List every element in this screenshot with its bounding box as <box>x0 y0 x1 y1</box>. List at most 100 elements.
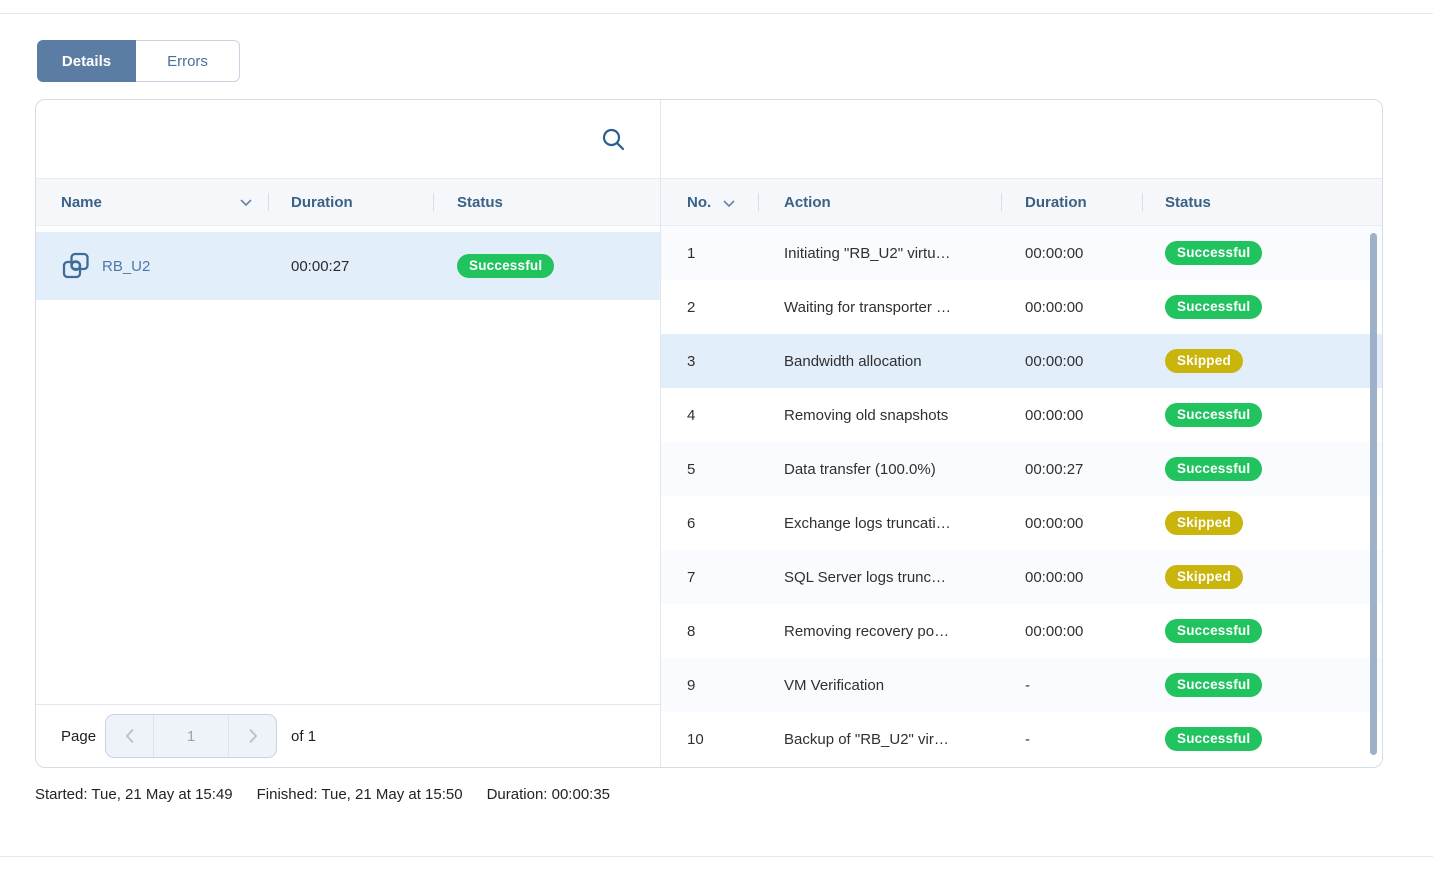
top-divider <box>0 13 1433 14</box>
table-row-action[interactable]: 5 Data transfer (100.0%) 00:00:27 Succes… <box>661 442 1382 496</box>
duration-label: Duration: 00:00:35 <box>487 786 610 803</box>
table-row-action[interactable]: 9 VM Verification - Successful <box>661 658 1382 712</box>
action-label: VM Verification <box>758 677 1001 694</box>
vm-list-panel: Name Duration Status <box>36 100 661 767</box>
action-no: 3 <box>661 353 758 370</box>
pagination-bar: Page 1 of 1 <box>36 704 660 767</box>
column-header-action-label: Action <box>784 194 831 211</box>
status-badge: Successful <box>1165 727 1262 752</box>
action-no: 7 <box>661 569 758 586</box>
table-row-action[interactable]: 1 Initiating "RB_U2" virtu… 00:00:00 Suc… <box>661 226 1382 280</box>
action-duration: 00:00:00 <box>1001 623 1142 640</box>
action-no: 4 <box>661 407 758 424</box>
scrollbar-thumb[interactable] <box>1370 233 1377 755</box>
column-header-duration[interactable]: Duration <box>268 179 433 225</box>
pager-control: 1 <box>105 714 277 758</box>
tab-details[interactable]: Details <box>37 40 136 82</box>
status-badge: Skipped <box>1165 565 1243 590</box>
status-badge: Successful <box>1165 295 1262 320</box>
action-status-cell: Successful <box>1142 403 1382 428</box>
column-header-status[interactable]: Status <box>1142 179 1382 225</box>
vm-duration-value: 00:00:27 <box>291 258 349 275</box>
actions-panel-header-spacer <box>661 100 1382 178</box>
table-row-action[interactable]: 8 Removing recovery po… 00:00:00 Success… <box>661 604 1382 658</box>
started-label: Started: Tue, 21 May at 15:49 <box>35 786 233 803</box>
job-details-screen: Details Errors Name <box>0 0 1433 877</box>
action-label: Exchange logs truncati… <box>758 515 1001 532</box>
column-header-status-label: Status <box>1165 194 1211 211</box>
status-badge: Successful <box>457 254 554 279</box>
status-badge: Successful <box>1165 673 1262 698</box>
action-status-cell: Successful <box>1142 295 1382 320</box>
table-row-action[interactable]: 3 Bandwidth allocation 00:00:00 Skipped <box>661 334 1382 388</box>
table-row-action[interactable]: 10 Backup of "RB_U2" vir… - Successful <box>661 712 1382 766</box>
search-icon[interactable] <box>596 122 630 156</box>
action-label: Backup of "RB_U2" vir… <box>758 731 1001 748</box>
table-row-action[interactable]: 2 Waiting for transporter … 00:00:00 Suc… <box>661 280 1382 334</box>
status-badge: Successful <box>1165 241 1262 266</box>
next-page-button[interactable] <box>229 715 276 757</box>
table-row-action[interactable]: 6 Exchange logs truncati… 00:00:00 Skipp… <box>661 496 1382 550</box>
action-status-cell: Successful <box>1142 241 1382 266</box>
page-label: Page <box>61 728 96 745</box>
page-of-label: of 1 <box>291 728 316 745</box>
column-header-status[interactable]: Status <box>433 179 660 225</box>
action-status-cell: Successful <box>1142 673 1382 698</box>
actions-panel: No. Action Duration Status 1 <box>661 100 1382 767</box>
action-no: 9 <box>661 677 758 694</box>
details-card: Name Duration Status <box>35 99 1383 768</box>
chevron-down-icon[interactable] <box>723 200 735 208</box>
action-no: 8 <box>661 623 758 640</box>
page-number-input[interactable]: 1 <box>153 715 229 757</box>
column-header-status-label: Status <box>457 194 503 211</box>
bottom-divider <box>0 856 1433 857</box>
action-label: Removing old snapshots <box>758 407 1001 424</box>
action-no: 1 <box>661 245 758 262</box>
column-header-name[interactable]: Name <box>36 179 268 225</box>
action-label: Initiating "RB_U2" virtu… <box>758 245 1001 262</box>
table-row-action[interactable]: 4 Removing old snapshots 00:00:00 Succes… <box>661 388 1382 442</box>
action-status-cell: Successful <box>1142 727 1382 752</box>
table-row-vm[interactable]: RB_U2 00:00:27 Successful <box>36 232 660 300</box>
action-status-cell: Skipped <box>1142 565 1382 590</box>
action-no: 2 <box>661 299 758 316</box>
column-header-duration[interactable]: Duration <box>1001 179 1142 225</box>
status-badge: Successful <box>1165 619 1262 644</box>
action-no: 10 <box>661 731 758 748</box>
action-duration: 00:00:00 <box>1001 245 1142 262</box>
action-label: SQL Server logs trunc… <box>758 569 1001 586</box>
tab-errors[interactable]: Errors <box>136 40 240 82</box>
status-badge: Skipped <box>1165 511 1243 536</box>
tab-bar: Details Errors <box>37 40 240 82</box>
action-duration: 00:00:00 <box>1001 569 1142 586</box>
action-duration: 00:00:00 <box>1001 515 1142 532</box>
table-row-action[interactable]: 7 SQL Server logs trunc… 00:00:00 Skippe… <box>661 550 1382 604</box>
action-label: Bandwidth allocation <box>758 353 1001 370</box>
chevron-down-icon[interactable] <box>240 199 252 207</box>
action-status-cell: Skipped <box>1142 511 1382 536</box>
column-header-no[interactable]: No. <box>661 179 758 225</box>
vm-icon <box>61 252 91 280</box>
actions-table-header: No. Action Duration Status <box>661 178 1382 226</box>
action-status-cell: Skipped <box>1142 349 1382 374</box>
action-status-cell: Successful <box>1142 457 1382 482</box>
vm-status-cell: Successful <box>433 254 660 279</box>
prev-page-button[interactable] <box>106 715 153 757</box>
action-no: 5 <box>661 461 758 478</box>
status-badge: Skipped <box>1165 349 1243 374</box>
finished-label: Finished: Tue, 21 May at 15:50 <box>257 786 463 803</box>
action-duration: 00:00:00 <box>1001 407 1142 424</box>
vm-name-cell: RB_U2 <box>36 252 268 280</box>
action-status-cell: Successful <box>1142 619 1382 644</box>
column-header-no-label: No. <box>687 194 711 211</box>
action-duration: - <box>1001 731 1142 748</box>
action-duration: 00:00:27 <box>1001 461 1142 478</box>
action-rows: 1 Initiating "RB_U2" virtu… 00:00:00 Suc… <box>661 226 1382 767</box>
column-header-action[interactable]: Action <box>758 179 1001 225</box>
column-header-duration-label: Duration <box>291 194 353 211</box>
vm-duration-cell: 00:00:27 <box>268 258 433 275</box>
search-bar[interactable] <box>36 100 660 178</box>
column-header-name-label: Name <box>61 194 102 211</box>
action-label: Waiting for transporter … <box>758 299 1001 316</box>
vm-name-label: RB_U2 <box>102 258 150 275</box>
